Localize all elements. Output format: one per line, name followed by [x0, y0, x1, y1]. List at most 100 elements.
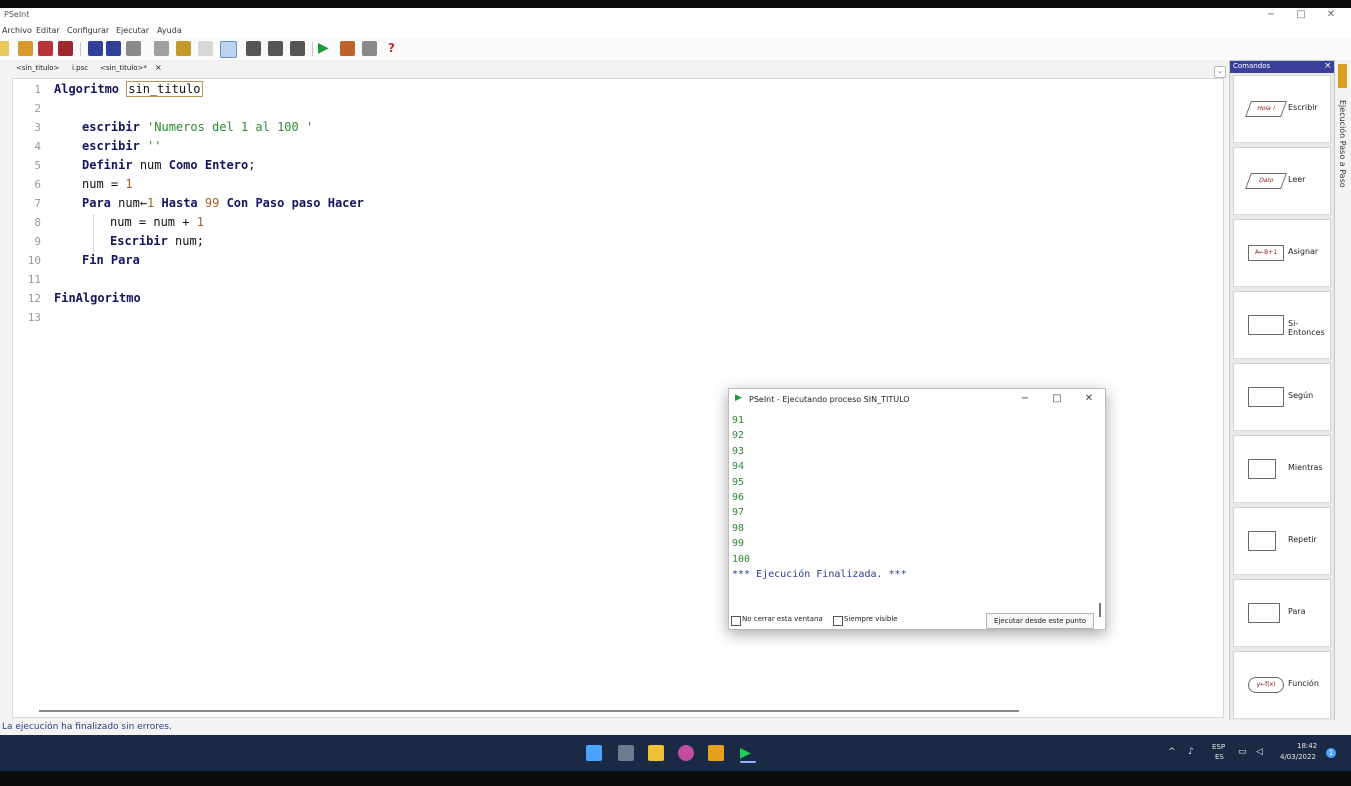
cut-icon[interactable] — [126, 41, 141, 56]
keyword: escribir — [82, 139, 140, 153]
line-number: 8 — [34, 216, 41, 229]
tab-list-dropdown-icon[interactable]: ⌄ — [1214, 66, 1226, 78]
app-icon[interactable] — [708, 745, 724, 761]
output-line: 94 — [732, 461, 745, 473]
tab-sin-titulo-modified[interactable]: <sin_titulo>* — [100, 64, 147, 72]
save-as-icon[interactable] — [58, 41, 73, 56]
tray-chevron-icon[interactable]: ^ — [1168, 747, 1176, 757]
command-mientras[interactable]: Mientras — [1233, 435, 1331, 503]
output-line: 91 — [732, 415, 745, 426]
network-icon[interactable]: ▭ — [1238, 747, 1247, 757]
keyword: Definir — [82, 158, 133, 172]
command-para[interactable]: Para — [1233, 579, 1331, 647]
menu-configurar[interactable]: Configurar — [67, 26, 109, 35]
comment-icon[interactable] — [220, 41, 237, 58]
menu-bar: Archivo Editar Configurar Ejecutar Ayuda — [0, 24, 1351, 38]
save-icon[interactable] — [38, 41, 53, 56]
tab-sin-titulo[interactable]: <sin_titulo> — [16, 64, 59, 72]
undo-icon[interactable] — [88, 41, 103, 56]
popup-close-button[interactable]: ✕ — [1075, 391, 1103, 407]
minimize-button[interactable]: − — [1256, 8, 1286, 24]
command-segun[interactable]: Según — [1233, 363, 1331, 431]
identifier: num; — [175, 234, 204, 248]
screen-bottom-bar — [0, 771, 1351, 786]
execution-window-title: PSeInt - Ejecutando proceso SIN_TITULO — [749, 395, 910, 404]
funcion-icon: y←f(x) — [1248, 677, 1284, 693]
step-by-step-panel-tab[interactable]: Ejecución Paso a Paso — [1338, 100, 1347, 188]
toolbar-separator — [80, 42, 81, 56]
menu-ayuda[interactable]: Ayuda — [157, 26, 182, 35]
volume-icon[interactable]: ◁ — [1256, 747, 1263, 757]
menu-ejecutar[interactable]: Ejecutar — [116, 26, 149, 35]
close-button[interactable]: ✕ — [1316, 8, 1346, 24]
keyword: Hacer — [327, 196, 364, 210]
run-from-here-button[interactable]: Ejecutar desde este punto — [986, 613, 1094, 629]
string-literal: '' — [147, 139, 162, 153]
always-visible-checkbox[interactable] — [833, 616, 843, 626]
microphone-icon[interactable]: ♪ — [1188, 747, 1194, 757]
find-icon[interactable] — [246, 41, 261, 56]
windows-start-icon[interactable] — [586, 745, 602, 761]
run-icon[interactable]: ▶ — [318, 41, 333, 56]
commands-close-icon[interactable]: × — [1324, 61, 1332, 71]
code-line-3: escribir 'Numeros del 1 al 100 ' — [82, 120, 313, 134]
indent-icon[interactable] — [198, 41, 213, 56]
string-literal: 'Numeros del 1 al 100 ' — [147, 120, 314, 134]
new-file-icon[interactable] — [0, 41, 9, 56]
command-funcion[interactable]: y←f(x) Función — [1233, 651, 1331, 719]
replace-icon[interactable] — [290, 41, 305, 56]
task-view-icon[interactable] — [618, 745, 634, 761]
line-number: 7 — [34, 197, 41, 210]
popup-minimize-button[interactable]: − — [1011, 391, 1039, 407]
menu-archivo[interactable]: Archivo — [2, 26, 32, 35]
command-si-entonces[interactable]: Si-Entonces — [1233, 291, 1331, 359]
algorithm-name: sin_titulo — [126, 81, 203, 97]
line-number: 4 — [34, 140, 41, 153]
command-repetir[interactable]: Repetir — [1233, 507, 1331, 575]
code-line-7: Para num←1 Hasta 99 Con Paso paso Hacer — [82, 196, 364, 210]
keep-open-checkbox[interactable] — [731, 616, 741, 626]
command-label: Repetir — [1288, 535, 1317, 544]
left-vertical-panel-tabs[interactable] — [0, 62, 10, 702]
horizontal-scrollbar[interactable] — [39, 710, 1019, 712]
code-line-8: num = num + 1 — [110, 215, 204, 229]
flowchart-icon[interactable] — [362, 41, 377, 56]
command-asignar[interactable]: A←B+1 Asignar — [1233, 219, 1331, 287]
run-icon: ▶ — [735, 393, 742, 403]
maximize-button[interactable]: □ — [1286, 8, 1316, 24]
step-by-step-icon[interactable] — [340, 41, 355, 56]
paste-icon[interactable] — [176, 41, 191, 56]
toolbar: ▶ ? — [0, 38, 1351, 60]
status-message: La ejecución ha finalizado sin errores. — [2, 722, 172, 732]
command-label: Mientras — [1288, 463, 1323, 472]
pseint-taskbar-icon[interactable]: ▶ — [740, 745, 756, 763]
step-by-step-panel-icon[interactable] — [1338, 64, 1347, 88]
command-escribir[interactable]: Hola ! Escribir — [1233, 75, 1331, 143]
clock-date[interactable]: 4/03/2022 — [1280, 753, 1316, 761]
command-label: Para — [1288, 607, 1306, 616]
tab-close-icon[interactable]: × — [155, 63, 162, 72]
keyword: FinAlgoritmo — [54, 291, 141, 305]
keyword: Con Paso — [226, 196, 285, 210]
output-line: 100 — [732, 553, 751, 565]
menu-editar[interactable]: Editar — [36, 26, 60, 35]
redo-icon[interactable] — [106, 41, 121, 56]
find-next-icon[interactable] — [268, 41, 283, 56]
clock-time[interactable]: 18:42 — [1297, 742, 1317, 750]
language-indicator-sub: ES — [1215, 753, 1224, 761]
browser-icon[interactable] — [678, 745, 694, 761]
language-indicator[interactable]: ESP — [1212, 743, 1225, 751]
line-number: 10 — [27, 254, 41, 267]
tab-i-psc[interactable]: i.psc — [72, 64, 88, 72]
copy-icon[interactable] — [154, 41, 169, 56]
command-leer[interactable]: Dato Leer — [1233, 147, 1331, 215]
open-file-icon[interactable] — [18, 41, 33, 56]
keyword: escribir — [82, 120, 140, 134]
code-line-9: Escribir num; — [110, 234, 204, 248]
popup-maximize-button[interactable]: □ — [1043, 391, 1071, 407]
keyword: paso — [291, 196, 321, 210]
identifier: num← — [118, 196, 148, 210]
file-explorer-icon[interactable] — [648, 745, 664, 761]
help-icon[interactable]: ? — [388, 41, 403, 56]
notification-badge[interactable]: 1 — [1326, 748, 1336, 758]
